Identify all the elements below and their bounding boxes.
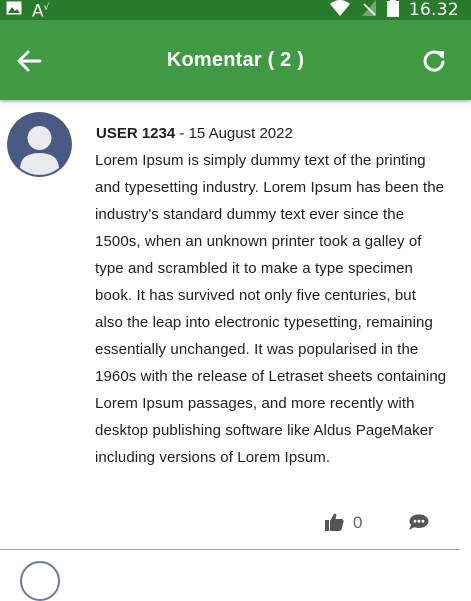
- comment-meta: USER 1234 - 15 August 2022: [96, 125, 293, 142]
- status-right: 16.32: [329, 0, 459, 20]
- comment-bubble-icon: [409, 514, 429, 530]
- comment-actions: 0: [0, 512, 471, 534]
- like-count: 0: [353, 513, 363, 532]
- avatar: [7, 112, 72, 177]
- wifi-icon: [329, 0, 351, 22]
- font-size-icon: A√: [32, 1, 50, 22]
- avatar: [20, 561, 60, 601]
- reply-button[interactable]: [408, 514, 429, 536]
- thumbs-up-icon: [325, 513, 344, 531]
- status-time: 16.32: [408, 0, 459, 20]
- status-bar: A√ 16.32: [0, 0, 471, 22]
- like-button[interactable]: [325, 513, 344, 536]
- no-signal-icon: [361, 0, 377, 22]
- page-title: Komentar ( 2 ): [166, 49, 305, 71]
- image-icon: [6, 1, 22, 20]
- refresh-button[interactable]: [419, 46, 449, 76]
- meta-separator: -: [175, 125, 189, 142]
- comment-divider: [0, 549, 460, 550]
- battery-icon: [386, 0, 399, 22]
- comment-date: 15 August 2022: [188, 125, 293, 142]
- app-bar: Komentar ( 2 ): [0, 20, 471, 100]
- refresh-icon: [423, 50, 445, 72]
- status-left: A√: [6, 0, 50, 22]
- comment-text: Lorem Ipsum is simply dummy text of the …: [95, 152, 447, 466]
- comment-username: USER 1234: [96, 125, 176, 142]
